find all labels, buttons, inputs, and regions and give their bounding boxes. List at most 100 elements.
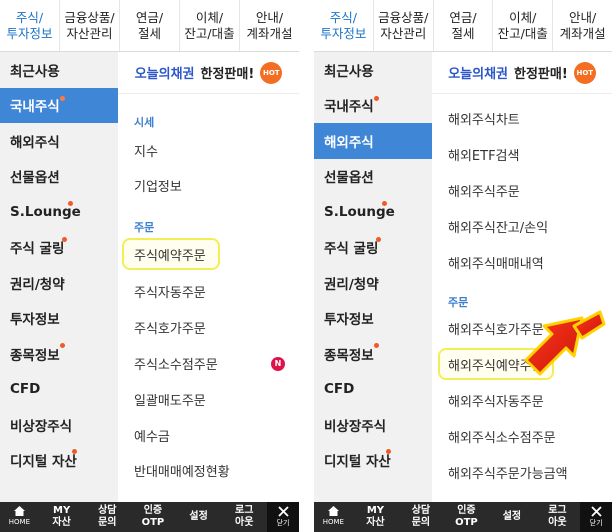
sidebar-item-rights[interactable]: 권리/청약	[0, 265, 118, 301]
menu-item-index[interactable]: 지수	[118, 134, 299, 167]
sidebar-item-unlisted[interactable]: 비상장주식	[314, 407, 432, 443]
sidebar-item-digital-asset[interactable]: 디지털 자산	[0, 443, 118, 479]
menu-item-quote-order[interactable]: 주식호가주문	[118, 310, 299, 345]
close-icon	[590, 505, 602, 517]
close-button[interactable]: 닫기	[267, 502, 299, 532]
sidebar: 최근사용 국내주식 해외주식 선물옵션 S.Lounge 주식 굴링 권리/청약…	[314, 52, 432, 502]
section-title-order: 주문	[134, 221, 155, 234]
sidebar-item-stock-info[interactable]: 종목정보	[0, 336, 118, 372]
tab-pension[interactable]: 연금/절세	[120, 0, 180, 51]
bottom-label: 설정	[502, 511, 522, 522]
sidebar-item-stock-gulling[interactable]: 주식 굴링	[314, 230, 432, 266]
sidebar-item-label: 국내주식	[10, 99, 60, 116]
new-dot-icon	[60, 95, 65, 101]
menu-panel-overseas: 주식/투자정보 금융상품/자산관리 연금/절세 이체/잔고/대출 안내/계좌개설…	[314, 0, 612, 532]
menu-item-overseas-fractional-order[interactable]: 해외주식소수점주문	[432, 418, 612, 454]
tab-guide[interactable]: 안내/계좌개설	[240, 0, 299, 51]
tab-label-line2: 잔고/대출	[497, 25, 548, 41]
sidebar-item-label: 최근사용	[10, 63, 60, 80]
menu-item-company-info[interactable]: 기업정보	[118, 167, 299, 203]
sidebar-item-stock-gulling[interactable]: 주식 굴링	[0, 230, 118, 266]
sidebar-item-domestic-stock[interactable]: 국내주식	[0, 87, 118, 123]
sidebar-item-label: 투자정보	[10, 312, 60, 329]
home-button[interactable]: HOME	[0, 502, 39, 532]
tab-label-line2: 투자정보	[6, 25, 53, 41]
bottom-label: 상담	[98, 505, 117, 516]
menu-item-label: 주식호가주문	[134, 322, 206, 337]
my-assets-button[interactable]: MY 자산	[39, 502, 85, 532]
tab-financial-products[interactable]: 금융상품/자산관리	[60, 0, 120, 51]
sidebar-item-digital-asset[interactable]: 디지털 자산	[314, 443, 432, 479]
sidebar-item-unlisted[interactable]: 비상장주식	[0, 407, 118, 443]
tab-pension[interactable]: 연금/절세	[434, 0, 494, 51]
sidebar-item-futures[interactable]: 선물옵션	[314, 159, 432, 195]
sidebar-item-recent[interactable]: 최근사용	[314, 52, 432, 88]
sidebar-item-label: S.Lounge	[10, 203, 81, 220]
consult-button[interactable]: 상담 문의	[84, 502, 130, 532]
sidebar-item-label: 해외주식	[324, 134, 374, 151]
tab-label-line2: 계좌개설	[559, 25, 606, 41]
menu-item-overseas-balance[interactable]: 해외주식잔고/손익	[432, 208, 612, 244]
new-dot-icon	[386, 448, 391, 454]
sidebar-item-stock-info[interactable]: 종목정보	[314, 336, 432, 372]
logout-button[interactable]: 로그 아웃	[535, 502, 581, 532]
bottom-label: OTP	[141, 517, 165, 528]
sidebar-item-label: 비상장주식	[324, 418, 387, 435]
sidebar: 최근사용 국내주식 해외주식 선물옵션 S.Lounge 주식 굴링 권리/청약…	[0, 52, 118, 502]
my-assets-button[interactable]: MY 자산	[353, 502, 399, 532]
tab-guide[interactable]: 안내/계좌개설	[553, 0, 612, 51]
sidebar-item-cfd[interactable]: CFD	[314, 372, 432, 408]
sidebar-item-overseas-stock[interactable]: 해외주식	[0, 123, 118, 159]
sidebar-item-label: 선물옵션	[324, 170, 374, 187]
menu-item-etf-search[interactable]: 해외ETF검색	[432, 136, 612, 172]
menu-item-overseas-order[interactable]: 해외주식주문	[432, 172, 612, 208]
logout-button[interactable]: 로그 아웃	[221, 502, 267, 532]
sidebar-item-invest-info[interactable]: 투자정보	[314, 301, 432, 337]
menu-item-bulk-sell[interactable]: 일괄매도주문	[118, 382, 299, 417]
settings-button[interactable]: 설정	[176, 502, 222, 532]
settings-button[interactable]: 설정	[489, 502, 535, 532]
sidebar-item-cfd[interactable]: CFD	[0, 372, 118, 408]
tab-transfer[interactable]: 이체/잔고/대출	[493, 0, 554, 51]
tab-label-line2: 자산관리	[380, 25, 427, 41]
sidebar-item-invest-info[interactable]: 투자정보	[0, 301, 118, 337]
sidebar-item-recent[interactable]: 최근사용	[0, 52, 118, 88]
menu-item-overseas-history[interactable]: 해외주식매매내역	[432, 244, 612, 280]
bottom-label: 닫기	[276, 518, 290, 527]
tab-stock-info[interactable]: 주식/투자정보	[314, 0, 374, 51]
menu-panel-domestic: 주식/투자정보 금융상품/자산관리 연금/절세 이체/잔고/대출 안내/계좌개설…	[0, 0, 299, 532]
menu-item-overseas-orderable-amount[interactable]: 해외주식주문가능금액	[432, 454, 612, 490]
bottom-label: 문의	[411, 517, 431, 528]
tab-transfer[interactable]: 이체/잔고/대출	[180, 0, 240, 51]
menu-item-auto-order[interactable]: 주식자동주문	[118, 273, 299, 310]
otp-button[interactable]: 인증 OTP	[444, 502, 490, 532]
bottom-label: 로그	[548, 505, 567, 516]
sidebar-item-slounge[interactable]: S.Lounge	[0, 194, 118, 230]
home-button[interactable]: HOME	[314, 502, 353, 532]
sidebar-item-label: 종목정보	[10, 347, 60, 364]
close-button[interactable]: 닫기	[580, 502, 612, 532]
tab-financial-products[interactable]: 금융상품/자산관리	[374, 0, 434, 51]
menu-item-label: 주식소수점주문	[134, 358, 218, 373]
menu-item-forced-sale[interactable]: 반대매매예정현황	[118, 453, 299, 487]
tab-stock-info[interactable]: 주식/투자정보	[0, 0, 60, 51]
sidebar-item-futures[interactable]: 선물옵션	[0, 159, 118, 195]
sidebar-item-rights[interactable]: 권리/청약	[314, 265, 432, 301]
bottom-label: 인증	[143, 505, 163, 516]
section-title-quotes: 시세	[134, 116, 155, 129]
promo-banner[interactable]: 오늘의채권 한정판매! HOT	[118, 52, 299, 94]
menu-item-overseas-chart[interactable]: 해외주식차트	[432, 100, 612, 136]
menu-item-reserved-order[interactable]: 주식예약주문	[118, 235, 299, 273]
sidebar-item-domestic-stock[interactable]: 국내주식	[314, 88, 432, 124]
sidebar-item-slounge[interactable]: S.Lounge	[314, 194, 432, 230]
new-dot-icon	[374, 343, 379, 348]
menu-item-deposit[interactable]: 예수금	[118, 417, 299, 453]
promo-banner[interactable]: 오늘의채권 한정판매! HOT	[432, 52, 612, 94]
banner-text: 한정판매!	[514, 67, 568, 82]
otp-button[interactable]: 인증 OTP	[130, 502, 176, 532]
menu-item-fractional-order[interactable]: 주식소수점주문 N	[118, 345, 299, 382]
menu-item-overseas-auto-order[interactable]: 해외주식자동주문	[432, 382, 612, 418]
consult-button[interactable]: 상담 문의	[398, 502, 444, 532]
tab-label-line2: 절세	[137, 25, 161, 41]
sidebar-item-overseas-stock[interactable]: 해외주식	[314, 123, 432, 159]
